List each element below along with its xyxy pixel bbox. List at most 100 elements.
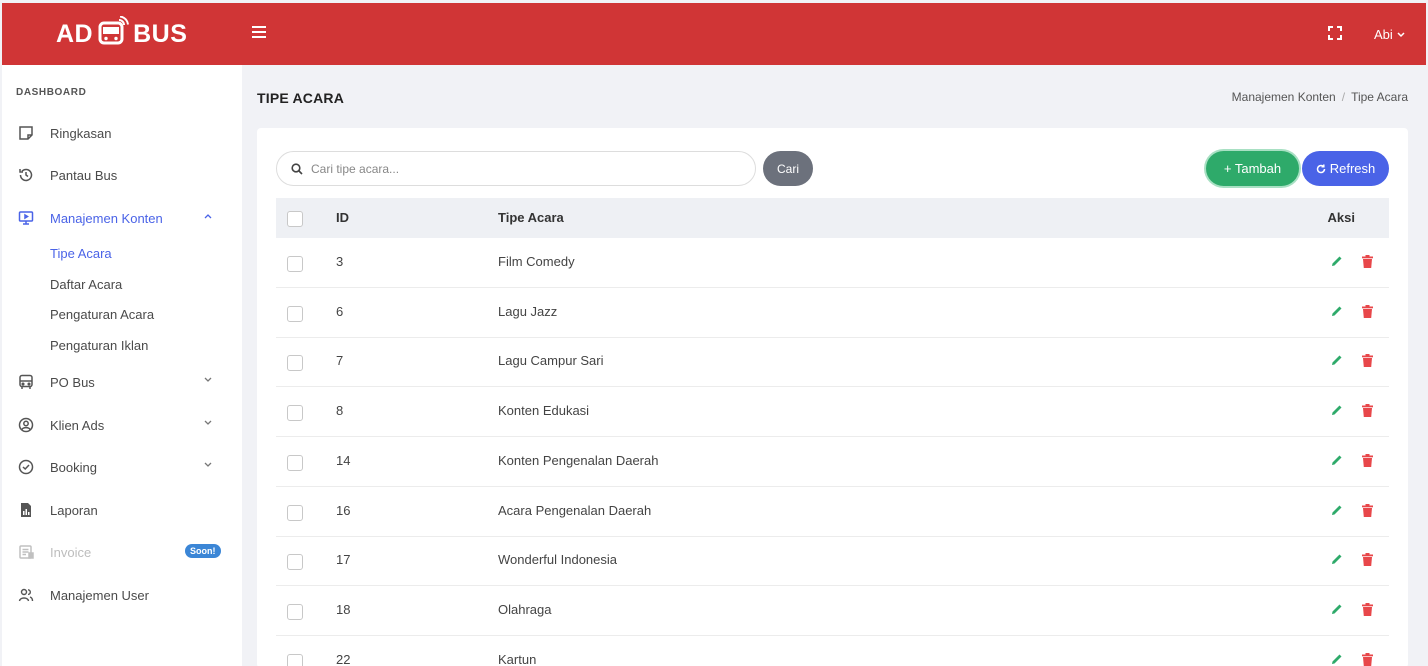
delete-icon[interactable] — [1362, 553, 1373, 569]
edit-icon[interactable] — [1331, 404, 1343, 419]
select-all-checkbox[interactable] — [287, 211, 303, 227]
fullscreen-icon[interactable] — [1328, 26, 1342, 43]
column-header-id[interactable]: ID — [336, 210, 349, 225]
table-header: ID Tipe Acara Aksi — [276, 198, 1389, 238]
delete-icon[interactable] — [1362, 404, 1373, 420]
delete-icon[interactable] — [1362, 602, 1373, 619]
user-name: Abi — [1374, 27, 1393, 42]
cell-tipe-acara: Lagu Jazz — [498, 303, 558, 319]
users-icon — [16, 585, 36, 605]
sidebar-item-label: Invoice — [50, 544, 92, 560]
search-icon — [291, 162, 303, 175]
logo-text-bus: BUS — [133, 19, 188, 48]
add-button[interactable]: + Tambah — [1206, 151, 1299, 186]
cell-tipe-acara: Konten Edukasi — [498, 403, 590, 419]
chevron-down-icon — [204, 462, 212, 467]
sidebar-item-manajemen-konten[interactable]: Manajemen Konten — [16, 207, 226, 229]
cell-id: 16 — [336, 502, 351, 518]
breadcrumb-item[interactable]: Manajemen Konten — [1232, 90, 1336, 104]
delete-icon[interactable] — [1362, 255, 1373, 271]
refresh-icon — [1316, 164, 1325, 173]
monitor-icon — [16, 208, 36, 228]
search-button[interactable]: Cari — [763, 151, 813, 186]
cell-id: 22 — [336, 651, 351, 666]
sidebar-item-pantau-bus[interactable]: Pantau Bus — [16, 164, 226, 186]
cell-tipe-acara: Acara Pengenalan Daerah — [498, 502, 652, 518]
delete-icon[interactable] — [1362, 503, 1373, 520]
edit-icon[interactable] — [1331, 354, 1343, 369]
column-header-tipe-acara[interactable]: Tipe Acara — [498, 210, 564, 225]
edit-icon[interactable] — [1331, 603, 1343, 618]
cell-id: 17 — [336, 552, 351, 568]
user-menu[interactable]: Abi — [1374, 27, 1405, 42]
sidebar-item-label: PO Bus — [50, 374, 95, 390]
breadcrumb-item-current: Tipe Acara — [1351, 90, 1408, 104]
row-checkbox[interactable] — [287, 454, 303, 471]
edit-icon[interactable] — [1331, 454, 1343, 469]
sidebar-item-label: Manajemen Konten — [50, 210, 163, 226]
search-box — [276, 151, 756, 186]
user-circle-icon — [16, 415, 36, 435]
submenu-tipe-acara[interactable]: Tipe Acara — [50, 246, 112, 261]
sidebar-item-klien-ads[interactable]: Klien Ads — [16, 414, 226, 436]
table-row: 14 Konten Pengenalan Daerah — [276, 437, 1389, 487]
edit-icon[interactable] — [1331, 305, 1343, 320]
row-checkbox[interactable] — [287, 256, 303, 272]
sidebar-item-label: Manajemen User — [50, 587, 149, 603]
edit-icon[interactable] — [1331, 653, 1343, 666]
cell-tipe-acara: Lagu Campur Sari — [498, 353, 604, 369]
column-header-aksi: Aksi — [1327, 210, 1355, 225]
delete-icon[interactable] — [1362, 652, 1373, 666]
sidebar-item-manajemen-user[interactable]: Manajemen User — [16, 584, 226, 606]
table-row: 22 Kartun — [276, 636, 1389, 666]
cell-id: 8 — [336, 403, 344, 419]
sidebar-item-label: Pantau Bus — [50, 167, 118, 183]
row-checkbox[interactable] — [287, 603, 303, 620]
edit-icon[interactable] — [1331, 553, 1343, 568]
row-checkbox[interactable] — [287, 305, 303, 322]
menu-toggle-icon[interactable] — [252, 23, 266, 38]
bus-icon — [16, 372, 36, 392]
logo-bus-icon — [97, 15, 130, 53]
table-row: 18 Olahraga — [276, 586, 1389, 636]
cell-id: 14 — [336, 452, 351, 468]
note-icon — [16, 123, 36, 143]
cell-id: 3 — [336, 254, 344, 269]
cell-id: 6 — [336, 303, 344, 319]
table-row: 8 Konten Edukasi — [276, 387, 1389, 438]
cell-tipe-acara: Film Comedy — [498, 254, 575, 269]
delete-icon[interactable] — [1362, 453, 1373, 470]
table-row: 7 Lagu Campur Sari — [276, 337, 1389, 388]
cell-tipe-acara: Kartun — [498, 651, 537, 666]
app-logo[interactable]: AD BUS — [56, 15, 188, 53]
sidebar-item-ringkasan[interactable]: Ringkasan — [16, 122, 226, 144]
report-file-icon — [16, 500, 36, 520]
logo-text-ad: AD — [56, 19, 94, 48]
row-checkbox[interactable] — [287, 355, 303, 372]
top-navbar: AD BUS Abi — [2, 3, 1426, 65]
cell-tipe-acara: Wonderful Indonesia — [498, 552, 618, 568]
submenu-daftar-acara[interactable]: Daftar Acara — [50, 277, 122, 292]
row-checkbox[interactable] — [287, 554, 303, 571]
cell-tipe-acara: Konten Pengenalan Daerah — [498, 452, 659, 468]
sidebar: DASHBOARD Ringkasan Pantau Bus Manajemen… — [2, 65, 242, 666]
sidebar-item-laporan[interactable]: Laporan — [16, 499, 226, 521]
sidebar-item-po-bus[interactable]: PO Bus — [16, 371, 226, 393]
submenu-pengaturan-acara[interactable]: Pengaturan Acara — [50, 307, 154, 322]
row-checkbox[interactable] — [287, 653, 303, 666]
check-circle-icon — [16, 457, 36, 477]
chevron-down-icon — [1397, 31, 1405, 37]
breadcrumb-separator: / — [1341, 90, 1346, 104]
delete-icon[interactable] — [1362, 304, 1373, 321]
submenu-pengaturan-iklan[interactable]: Pengaturan Iklan — [50, 338, 148, 353]
row-checkbox[interactable] — [287, 504, 303, 521]
refresh-button[interactable]: Refresh — [1302, 151, 1389, 186]
search-input[interactable] — [311, 161, 711, 176]
edit-icon[interactable] — [1331, 255, 1343, 270]
row-checkbox[interactable] — [287, 405, 303, 422]
delete-icon[interactable] — [1362, 354, 1373, 370]
sidebar-item-booking[interactable]: Booking — [16, 456, 226, 478]
chevron-down-icon — [204, 377, 212, 382]
edit-icon[interactable] — [1331, 504, 1343, 519]
sidebar-item-label: Laporan — [50, 502, 98, 518]
